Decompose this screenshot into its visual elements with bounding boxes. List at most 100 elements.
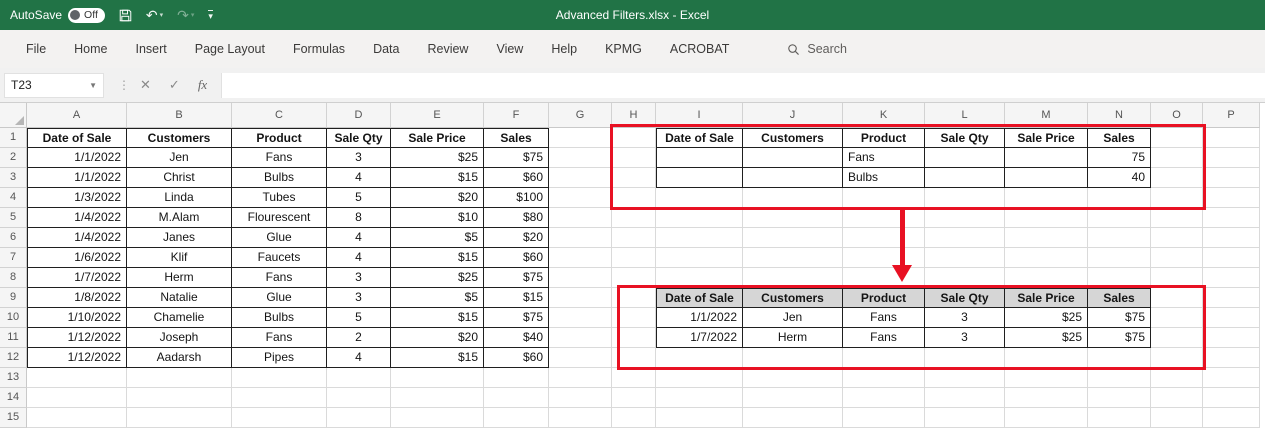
cell-K13[interactable]: [843, 368, 925, 388]
cell-C10[interactable]: Bulbs: [232, 308, 327, 328]
cell-A6[interactable]: 1/4/2022: [27, 228, 127, 248]
cell-C13[interactable]: [232, 368, 327, 388]
cell-N6[interactable]: [1088, 228, 1151, 248]
cell-A15[interactable]: [27, 408, 127, 428]
cell-K8[interactable]: [843, 268, 925, 288]
ribbon-tab-kpmg[interactable]: KPMG: [591, 30, 656, 68]
cell-A12[interactable]: 1/12/2022: [27, 348, 127, 368]
cell-I4[interactable]: [656, 188, 743, 208]
cell-I7[interactable]: [656, 248, 743, 268]
cell-E1[interactable]: Sale Price: [391, 128, 484, 148]
cell-E12[interactable]: $15: [391, 348, 484, 368]
cell-C3[interactable]: Bulbs: [232, 168, 327, 188]
ribbon-tab-file[interactable]: File: [12, 30, 60, 68]
cell-I8[interactable]: [656, 268, 743, 288]
cell-B3[interactable]: Christ: [127, 168, 232, 188]
row-header-11[interactable]: 11: [0, 328, 27, 348]
cell-A9[interactable]: 1/8/2022: [27, 288, 127, 308]
cell-C1[interactable]: Product: [232, 128, 327, 148]
cell-O12[interactable]: [1151, 348, 1203, 368]
cell-L7[interactable]: [925, 248, 1005, 268]
cell-O11[interactable]: [1151, 328, 1203, 348]
column-header-L[interactable]: L: [925, 103, 1005, 128]
cell-D1[interactable]: Sale Qty: [327, 128, 391, 148]
cell-M6[interactable]: [1005, 228, 1088, 248]
cell-B4[interactable]: Linda: [127, 188, 232, 208]
cell-D5[interactable]: 8: [327, 208, 391, 228]
row-header-6[interactable]: 6: [0, 228, 27, 248]
column-header-N[interactable]: N: [1088, 103, 1151, 128]
cell-D6[interactable]: 4: [327, 228, 391, 248]
cell-N15[interactable]: [1088, 408, 1151, 428]
cell-A8[interactable]: 1/7/2022: [27, 268, 127, 288]
cell-G4[interactable]: [549, 188, 612, 208]
cell-C9[interactable]: Glue: [232, 288, 327, 308]
column-header-H[interactable]: H: [612, 103, 656, 128]
cell-K4[interactable]: [843, 188, 925, 208]
cell-A3[interactable]: 1/1/2022: [27, 168, 127, 188]
cell-N7[interactable]: [1088, 248, 1151, 268]
cell-J1[interactable]: Customers: [743, 128, 843, 148]
cell-M3[interactable]: [1005, 168, 1088, 188]
cell-H6[interactable]: [612, 228, 656, 248]
cell-P11[interactable]: [1203, 328, 1260, 348]
name-box[interactable]: T23 ▼: [4, 72, 104, 98]
cell-I1[interactable]: Date of Sale: [656, 128, 743, 148]
cell-C15[interactable]: [232, 408, 327, 428]
cell-J14[interactable]: [743, 388, 843, 408]
cell-A1[interactable]: Date of Sale: [27, 128, 127, 148]
cell-F2[interactable]: $75: [484, 148, 549, 168]
cell-E5[interactable]: $10: [391, 208, 484, 228]
cell-F10[interactable]: $75: [484, 308, 549, 328]
cell-J13[interactable]: [743, 368, 843, 388]
cell-F6[interactable]: $20: [484, 228, 549, 248]
row-header-8[interactable]: 8: [0, 268, 27, 288]
cell-C7[interactable]: Faucets: [232, 248, 327, 268]
cell-K11[interactable]: Fans: [843, 328, 925, 348]
cell-D2[interactable]: 3: [327, 148, 391, 168]
cell-K6[interactable]: [843, 228, 925, 248]
cell-I10[interactable]: 1/1/2022: [656, 308, 743, 328]
cell-E7[interactable]: $15: [391, 248, 484, 268]
cell-E14[interactable]: [391, 388, 484, 408]
cell-I13[interactable]: [656, 368, 743, 388]
cell-K12[interactable]: [843, 348, 925, 368]
cell-O1[interactable]: [1151, 128, 1203, 148]
ribbon-tab-page-layout[interactable]: Page Layout: [181, 30, 279, 68]
cell-O9[interactable]: [1151, 288, 1203, 308]
row-header-14[interactable]: 14: [0, 388, 27, 408]
cell-F9[interactable]: $15: [484, 288, 549, 308]
cell-P5[interactable]: [1203, 208, 1260, 228]
cell-D8[interactable]: 3: [327, 268, 391, 288]
cell-G9[interactable]: [549, 288, 612, 308]
cell-E2[interactable]: $25: [391, 148, 484, 168]
row-header-3[interactable]: 3: [0, 168, 27, 188]
row-header-1[interactable]: 1: [0, 128, 27, 148]
cell-I5[interactable]: [656, 208, 743, 228]
cell-I9[interactable]: Date of Sale: [656, 288, 743, 308]
column-header-J[interactable]: J: [743, 103, 843, 128]
cell-G6[interactable]: [549, 228, 612, 248]
formula-input[interactable]: [221, 72, 1265, 98]
cell-L8[interactable]: [925, 268, 1005, 288]
cell-A10[interactable]: 1/10/2022: [27, 308, 127, 328]
cell-H15[interactable]: [612, 408, 656, 428]
cell-D4[interactable]: 5: [327, 188, 391, 208]
cell-K10[interactable]: Fans: [843, 308, 925, 328]
cell-D7[interactable]: 4: [327, 248, 391, 268]
cell-I6[interactable]: [656, 228, 743, 248]
cell-E6[interactable]: $5: [391, 228, 484, 248]
cell-M8[interactable]: [1005, 268, 1088, 288]
cell-G8[interactable]: [549, 268, 612, 288]
cell-A13[interactable]: [27, 368, 127, 388]
cell-G12[interactable]: [549, 348, 612, 368]
cell-F13[interactable]: [484, 368, 549, 388]
cell-L10[interactable]: 3: [925, 308, 1005, 328]
cell-G7[interactable]: [549, 248, 612, 268]
cell-O8[interactable]: [1151, 268, 1203, 288]
cell-A7[interactable]: 1/6/2022: [27, 248, 127, 268]
row-header-4[interactable]: 4: [0, 188, 27, 208]
cell-L2[interactable]: [925, 148, 1005, 168]
cell-E10[interactable]: $15: [391, 308, 484, 328]
cell-O2[interactable]: [1151, 148, 1203, 168]
